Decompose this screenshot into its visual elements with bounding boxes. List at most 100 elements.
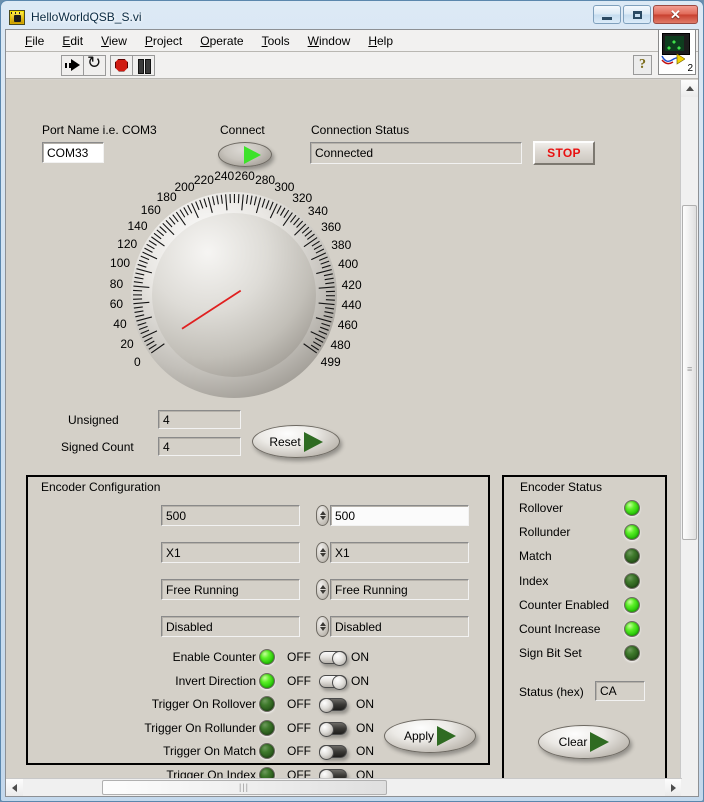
toggle-on-label: ON: [351, 650, 369, 664]
toggle-switch[interactable]: [319, 675, 347, 688]
gauge-tick-label: 160: [141, 203, 161, 217]
signed-count-label: Signed Count: [61, 440, 134, 454]
menu-item-help[interactable]: Help: [359, 32, 402, 50]
vertical-scroll-thumb[interactable]: ≡: [682, 205, 697, 540]
toggle-led-indicator: [259, 743, 275, 759]
menu-item-tools[interactable]: Tools: [253, 32, 299, 50]
context-help-button[interactable]: ?: [633, 55, 652, 75]
encoder-config-spinner[interactable]: [316, 542, 329, 563]
apply-button[interactable]: Apply: [384, 719, 476, 753]
status-led-indicator: [624, 548, 640, 564]
toggle-switch[interactable]: [319, 698, 347, 711]
menu-item-window[interactable]: Window: [299, 32, 360, 50]
encoder-config-spinner[interactable]: [316, 616, 329, 637]
toggle-switch[interactable]: [319, 745, 347, 758]
encoder-config-indicator: 500: [161, 505, 300, 526]
chevron-up-icon: [320, 585, 326, 589]
vi-connector-pane[interactable]: 2: [658, 29, 696, 75]
gauge-tick-label: 280: [255, 173, 275, 187]
scroll-left-button[interactable]: [6, 779, 23, 796]
chevron-up-icon: [320, 622, 326, 626]
close-button[interactable]: ✕: [653, 5, 698, 24]
minimize-button[interactable]: [593, 5, 621, 24]
clear-button[interactable]: Clear: [538, 725, 630, 759]
toggle-label: Invert Direction: [6, 674, 256, 688]
status-label: Index: [519, 574, 548, 588]
port-name-input[interactable]: COM33: [42, 142, 104, 163]
title-bar: HelloWorldQSB_S.vi ✕: [5, 5, 699, 29]
status-led-indicator: [624, 500, 640, 516]
encoder-config-spinner[interactable]: [316, 505, 329, 526]
gauge-tick-label: 120: [117, 237, 137, 251]
question-mark-icon: ?: [639, 57, 646, 73]
toggle-label: Trigger On Rollunder: [6, 721, 256, 735]
gauge-tick-label: 420: [342, 278, 362, 292]
encoder-config-indicator: Free Running: [161, 579, 300, 600]
gauge-tick-label: 320: [292, 191, 312, 205]
menu-item-view[interactable]: View: [92, 32, 136, 50]
maximize-button[interactable]: [623, 5, 651, 24]
toggle-led-indicator: [259, 649, 275, 665]
gauge-tick-label: 480: [331, 338, 351, 352]
toggle-off-label: OFF: [287, 744, 311, 758]
horizontal-scroll-thumb[interactable]: |||: [102, 780, 387, 795]
stop-label: STOP: [547, 146, 581, 160]
continuous-run-icon: [87, 58, 102, 72]
encoder-config-spinner[interactable]: [316, 579, 329, 600]
run-continuously-button[interactable]: [83, 55, 106, 76]
status-label: Match: [519, 549, 552, 563]
chevron-right-icon: [671, 784, 676, 792]
toggle-label: Trigger On Match: [6, 744, 256, 758]
toggle-switch[interactable]: [319, 722, 347, 735]
chevron-up-icon: [686, 86, 694, 91]
stop-button[interactable]: STOP: [533, 141, 595, 165]
abort-button[interactable]: [110, 55, 133, 76]
gauge-tick-label: 220: [194, 173, 214, 187]
chevron-up-icon: [320, 511, 326, 515]
status-led-indicator: [624, 621, 640, 637]
gauge-tick-label: 260: [235, 169, 255, 183]
front-panel: Port Name i.e. COM3 COM33 Connect Connec…: [6, 80, 682, 780]
encoder-config-control[interactable]: Free Running: [330, 579, 469, 600]
vertical-scrollbar[interactable]: ≡: [680, 80, 698, 780]
status-hex-indicator: CA: [595, 681, 645, 701]
connect-button[interactable]: [218, 142, 272, 167]
scroll-grip-icon: |||: [239, 782, 249, 792]
play-triangle-icon: [244, 146, 261, 164]
connection-status-indicator: Connected: [310, 142, 522, 164]
close-icon: ✕: [670, 8, 681, 21]
gauge-tick-label: 400: [338, 257, 358, 271]
signed-count-indicator: 4: [158, 437, 241, 456]
vi-wire-icon: [661, 52, 685, 66]
connection-status-label: Connection Status: [311, 123, 409, 137]
scroll-right-button[interactable]: [665, 779, 682, 796]
gauge-tick-label: 340: [308, 204, 328, 218]
toggle-label: Trigger On Rollover: [6, 697, 256, 711]
encoder-config-control[interactable]: X1: [330, 542, 469, 563]
run-button[interactable]: [61, 55, 84, 76]
menu-item-project[interactable]: Project: [136, 32, 191, 50]
gauge-tick-label: 360: [321, 220, 341, 234]
status-hex-label: Status (hex): [519, 685, 584, 699]
connect-label: Connect: [220, 123, 265, 137]
toggle-led-indicator: [259, 696, 275, 712]
resize-grip[interactable]: [681, 779, 698, 796]
reset-button[interactable]: Reset: [252, 425, 340, 458]
encoder-config-control[interactable]: Disabled: [330, 616, 469, 637]
pause-button[interactable]: [132, 55, 155, 76]
menu-item-file[interactable]: File: [16, 32, 53, 50]
play-triangle-icon: [304, 432, 323, 452]
gauge-tick-label: 140: [127, 219, 147, 233]
menu-item-operate[interactable]: Operate: [191, 32, 252, 50]
toggle-switch[interactable]: [319, 651, 347, 664]
scroll-up-button[interactable]: [681, 80, 698, 97]
chevron-down-icon: [320, 516, 326, 520]
unsigned-indicator: 4: [158, 410, 241, 429]
toolbar-button-group: [61, 55, 154, 76]
toggle-off-label: OFF: [287, 697, 311, 711]
encoder-configuration-title: Encoder Configuration: [39, 480, 162, 494]
encoder-config-control[interactable]: 500: [330, 505, 469, 526]
menu-item-edit[interactable]: Edit: [53, 32, 92, 50]
horizontal-scrollbar[interactable]: |||: [6, 778, 682, 796]
menu-bar: File Edit View Project Operate Tools Win…: [6, 30, 698, 52]
